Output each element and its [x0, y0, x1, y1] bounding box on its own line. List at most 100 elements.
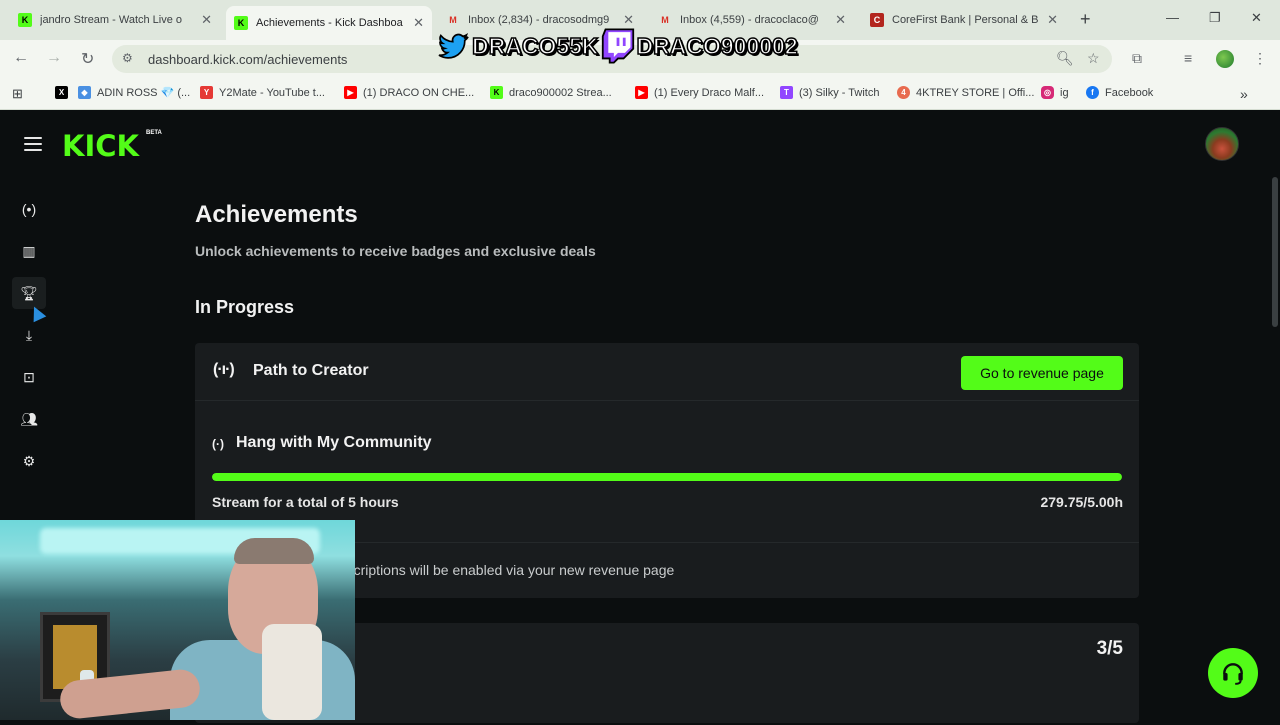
gmail-favicon-icon: M [449, 15, 457, 25]
diamond-icon: ◆ [78, 86, 91, 99]
back-icon[interactable]: ← [13, 49, 29, 67]
section-title: In Progress [195, 297, 295, 317]
bookmark-label: Facebook [1105, 86, 1154, 99]
bookmark-label: (3) Silky - Twitch [799, 86, 880, 99]
close-tab-icon[interactable]: ✕ [201, 12, 212, 28]
tab-title: jandro Stream - Watch Live o [40, 14, 183, 26]
twitch-icon: T [780, 86, 793, 99]
kick-favicon-icon: K [18, 13, 32, 27]
gmail-favicon-icon: M [661, 15, 669, 25]
achievement-count: 3/5 [1096, 638, 1123, 659]
minimize-icon[interactable]: — [1166, 10, 1179, 25]
bookmark-label: draco900002 Strea... [509, 86, 612, 99]
media-control-icon[interactable]: ≡ [1184, 50, 1192, 66]
bookmark-label: (1) DRACO ON CHE... [363, 86, 475, 99]
bookmark-item[interactable]: T (3) Silky - Twitch [780, 86, 879, 99]
close-window-icon[interactable]: ✕ [1251, 10, 1262, 26]
bookmark-item[interactable]: K draco900002 Strea... [490, 86, 612, 99]
bookmark-item[interactable]: Y Y2Mate - YouTube t... [200, 86, 325, 99]
bookmark-label: ADIN ROSS 💎 (... [97, 87, 191, 99]
tab-title: Inbox (2,834) - dracosodmg9 [468, 14, 610, 26]
bookmark-item[interactable]: f Facebook [1086, 86, 1153, 99]
bookmark-item[interactable]: ◆ ADIN ROSS 💎 (... [78, 86, 190, 99]
site-info-icon[interactable]: ⚙ [122, 51, 133, 65]
bookmark-label: 4KTREY STORE | Offi... [916, 86, 1035, 99]
instagram-icon: ◎ [1041, 86, 1054, 99]
beta-badge: BETA [146, 130, 162, 136]
browser-profile-avatar[interactable] [1216, 50, 1234, 68]
screen-search-icon[interactable]: ⧉ [1132, 50, 1142, 67]
webcam-overlay [0, 520, 355, 720]
webcam-towel [262, 624, 322, 720]
close-tab-icon[interactable]: ✕ [1047, 12, 1058, 28]
youtube-icon: ▶ [344, 86, 357, 99]
task-requirement: Stream for a total of 5 hours [212, 494, 399, 510]
zoom-icon[interactable]: 🔍︎ [1056, 50, 1074, 67]
twitch-handle: DRACO900002 [636, 32, 799, 60]
scrollbar[interactable] [1272, 177, 1278, 327]
bookmark-item[interactable]: ▶ (1) Every Draco Malf... [635, 86, 764, 99]
facebook-icon: f [1086, 86, 1099, 99]
stream-live-icon[interactable]: (•) [12, 193, 46, 225]
x-icon: X [55, 86, 68, 99]
page-title: Achievements [195, 201, 358, 228]
bookmark-star-icon[interactable]: ☆ [1087, 50, 1100, 67]
broadcast-small-icon: (·) [212, 437, 224, 451]
twitter-bird-icon [438, 32, 469, 59]
menu-dots-icon[interactable]: ⋮ [1253, 50, 1267, 67]
kick-favicon-icon: K [234, 16, 248, 30]
webcam-person-hair [234, 538, 314, 564]
close-tab-icon[interactable]: ✕ [413, 15, 424, 31]
progress-bar [212, 473, 1122, 481]
broadcast-icon: (·ı·) [213, 361, 235, 378]
bookmark-label: ig [1060, 86, 1069, 99]
store-icon: 4 [897, 86, 910, 99]
reload-icon[interactable]: ↻ [81, 49, 94, 69]
bookmark-item[interactable]: ▶ (1) DRACO ON CHE... [344, 86, 474, 99]
hamburger-menu-icon[interactable] [24, 137, 42, 151]
card-title: Path to Creator [253, 362, 369, 379]
card-header: (·ı·) Path to Creator Go to revenue page [195, 343, 1139, 401]
bookmark-item[interactable]: 4 4KTREY STORE | Offi... [897, 86, 1034, 99]
top-navigation: KICK BETA [0, 111, 1280, 177]
y2mate-icon: Y [200, 86, 213, 99]
stream-handle-overlay: DRACO55K DRACO900002 [436, 26, 798, 66]
bookmark-label: Y2Mate - YouTube t... [219, 86, 325, 99]
tab-title: Achievements - Kick Dashboa [256, 17, 403, 29]
browser-tab[interactable]: C CoreFirst Bank | Personal & B ✕ [862, 6, 1066, 34]
browser-tab[interactable]: K jandro Stream - Watch Live o ✕ [10, 6, 220, 34]
tab-title: CoreFirst Bank | Personal & B [892, 14, 1039, 26]
task-progress-value: 279.75/5.00h [1040, 494, 1123, 510]
clips-icon[interactable]: ⊡ [12, 361, 46, 393]
restore-icon[interactable]: ❐ [1209, 10, 1221, 26]
upload-icon[interactable]: ⤓ [12, 319, 46, 351]
go-to-revenue-page-button[interactable]: Go to revenue page [961, 356, 1123, 390]
close-tab-icon[interactable]: ✕ [835, 12, 846, 28]
bookmark-item[interactable]: X [55, 86, 74, 99]
support-chat-button[interactable] [1208, 648, 1258, 698]
bookmarks-bar: ⊞ X ◆ ADIN ROSS 💎 (... Y Y2Mate - YouTub… [0, 78, 1280, 110]
youtube-icon: ▶ [635, 86, 648, 99]
browser-tab-active[interactable]: K Achievements - Kick Dashboa ✕ [226, 6, 432, 40]
bookmark-item[interactable]: ◎ ig [1041, 86, 1069, 99]
user-avatar[interactable] [1205, 127, 1239, 161]
kick-logo[interactable]: KICK [62, 129, 139, 163]
community-icon[interactable]: 👥︎ [12, 403, 46, 435]
analytics-icon[interactable]: ▥ [12, 235, 46, 267]
more-bookmarks-icon[interactable]: » [1240, 86, 1248, 102]
kick-icon: K [490, 86, 503, 99]
url-text[interactable]: dashboard.kick.com/achievements [148, 52, 347, 67]
settings-gear-icon[interactable]: ⚙ [12, 445, 46, 477]
tab-title: Inbox (4,559) - dracoclaco@ [680, 14, 819, 26]
twitch-logo-icon [601, 28, 634, 64]
bookmark-label: (1) Every Draco Malf... [654, 86, 765, 99]
task-title: Hang with My Community [236, 434, 432, 451]
forward-icon[interactable]: → [46, 49, 62, 67]
apps-grid-icon[interactable]: ⊞ [12, 86, 23, 102]
new-tab-icon[interactable]: + [1080, 9, 1091, 30]
progress-bar-fill [212, 473, 1122, 481]
twitter-handle: DRACO55K [471, 32, 599, 60]
bank-favicon-icon: C [870, 13, 884, 27]
page-subtitle: Unlock achievements to receive badges an… [195, 243, 596, 259]
headset-icon [1223, 663, 1243, 685]
